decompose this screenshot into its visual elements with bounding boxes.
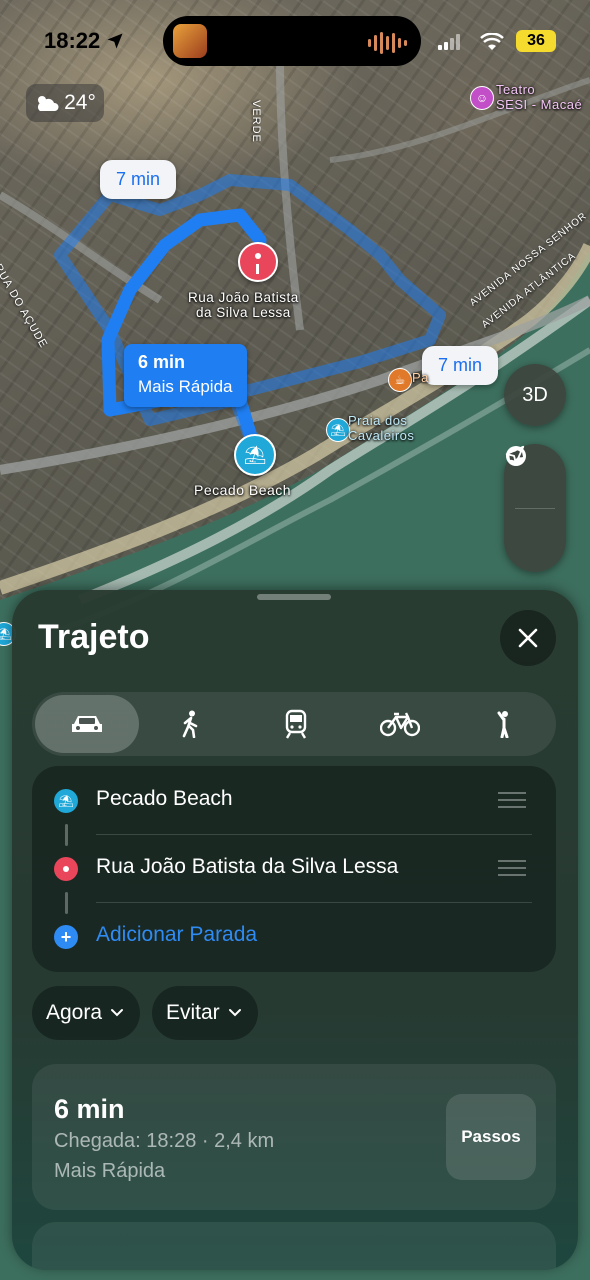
btn-3d[interactable]: 3D	[504, 364, 566, 426]
route-option-card-2[interactable]	[32, 1222, 556, 1270]
train-icon	[285, 709, 306, 739]
origin-beach-pin-icon[interactable]: ⛱	[234, 434, 276, 476]
chevron-down-icon	[228, 1009, 241, 1017]
avoid-label: Evitar	[166, 1001, 220, 1024]
dynamic-island[interactable]	[163, 16, 421, 66]
drag-handle-icon[interactable]	[498, 792, 526, 813]
partly-cloudy-icon	[38, 96, 59, 111]
steps-button[interactable]: Passos	[446, 1094, 536, 1180]
stop-origin[interactable]: ⛱ Pecado Beach	[32, 770, 556, 830]
mode-bike[interactable]	[348, 695, 452, 753]
plus-icon: +	[54, 925, 78, 949]
route-tag: Mais Rápida	[54, 1160, 166, 1182]
route-option-card[interactable]: 6 min Chegada: 18:28 · 2,4 km Mais Rápid…	[32, 1064, 556, 1210]
add-stop-label: Adicionar Parada	[96, 923, 258, 946]
mode-transit[interactable]	[243, 695, 347, 753]
mode-walk[interactable]	[139, 695, 243, 753]
location-services-icon	[107, 33, 123, 49]
pin-stop-icon	[54, 857, 78, 881]
cafe-map-label: Pa	[412, 370, 429, 385]
close-button[interactable]	[500, 610, 556, 666]
departure-time-filter[interactable]: Agora	[32, 986, 141, 1040]
route-main-label: Mais Rápida	[138, 377, 233, 396]
battery-indicator: 36	[516, 30, 556, 52]
street-label-verde: VERDE	[250, 100, 262, 143]
origin-map-label: Pecado Beach	[194, 482, 292, 498]
wifi-icon	[480, 33, 504, 50]
drag-handle-icon[interactable]	[498, 860, 526, 881]
transport-mode-selector	[32, 692, 556, 756]
avoid-filter[interactable]: Evitar	[152, 986, 258, 1040]
destination-pin-icon[interactable]	[238, 242, 278, 282]
stop-divider	[96, 902, 532, 903]
audio-waveform-icon	[368, 32, 407, 54]
route-time-bubble-alt1[interactable]: 7 min	[100, 160, 177, 199]
weather-widget[interactable]: 24°	[26, 84, 104, 122]
stop-destination[interactable]: Rua João Batista da Silva Lessa	[32, 838, 556, 898]
beach-stop-icon: ⛱	[54, 789, 78, 813]
mode-car[interactable]	[35, 695, 140, 753]
departure-time-label: Agora	[46, 1001, 103, 1024]
chevron-down-icon	[111, 1009, 124, 1017]
close-icon	[518, 628, 538, 648]
sheet-title: Trajeto	[38, 618, 150, 656]
praia-poi-icon[interactable]: ⛱	[326, 418, 350, 442]
route-duration: 6 min	[54, 1094, 125, 1124]
status-bar: 18:22 36	[0, 0, 590, 80]
cellular-signal-icon	[438, 34, 460, 50]
car-icon	[72, 716, 103, 732]
mode-ride[interactable]	[452, 695, 556, 753]
teatro-poi-icon[interactable]: ☺	[470, 86, 494, 110]
person-waving-icon	[497, 711, 509, 738]
btn-3d-label: 3D	[522, 383, 548, 406]
stop-divider	[96, 834, 532, 835]
route-time-bubble-alt2[interactable]: 7 min	[422, 346, 499, 385]
stop-origin-label: Pecado Beach	[96, 787, 233, 810]
status-time-text: 18:22	[44, 28, 101, 53]
now-playing-artwork	[173, 24, 207, 58]
praia-map-label: Praia dos Cavaleiros	[348, 413, 415, 443]
map-controls-group	[504, 444, 566, 572]
route-main-time: 6 min	[138, 352, 186, 372]
status-time: 18:22	[44, 28, 124, 54]
stop-destination-label: Rua João Batista da Silva Lessa	[96, 855, 399, 878]
route-details: Chegada: 18:28 · 2,4 km	[54, 1130, 275, 1152]
bicycle-icon	[379, 712, 420, 737]
teatro-map-label: Teatro SESI - Macaé	[496, 82, 583, 112]
sheet-grabber[interactable]	[257, 594, 331, 600]
cafe-poi-icon[interactable]: ☕	[388, 368, 412, 392]
route-stops-card: ⛱ Pecado Beach Rua João Batista da Silva…	[32, 766, 556, 972]
destination-map-label: Rua João Batista da Silva Lessa	[188, 290, 299, 320]
weather-temperature: 24°	[64, 91, 96, 114]
walk-icon	[182, 710, 198, 738]
directions-sheet: Trajeto ⛱ Pecado Beach Rua João Batista …	[12, 590, 578, 1270]
add-stop-button[interactable]: + Adicionar Parada	[32, 906, 556, 966]
route-main-bubble[interactable]: 6 min Mais Rápida	[124, 344, 247, 407]
